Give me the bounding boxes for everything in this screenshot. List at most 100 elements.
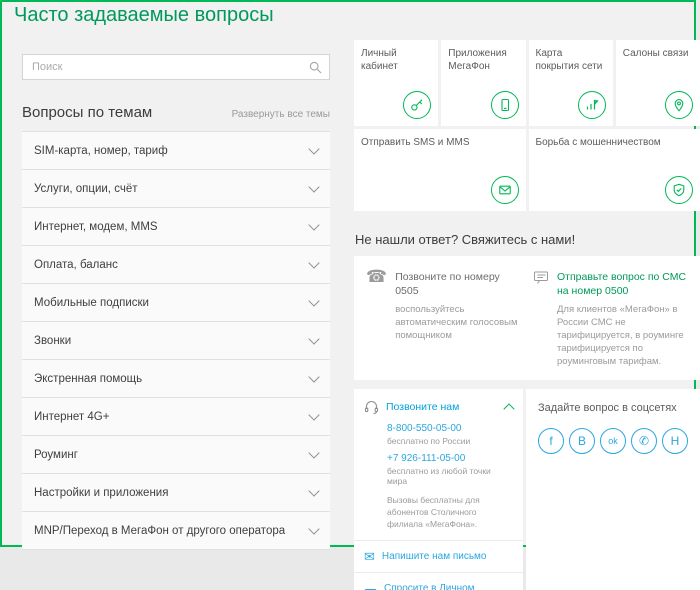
- topic-label: Мобильные подписки: [34, 297, 149, 309]
- topic-list: SIM-карта, номер, тариф Услуги, опции, с…: [22, 131, 330, 550]
- topic-row-roaming[interactable]: Роуминг: [22, 436, 330, 474]
- odnoklassniki-icon[interactable]: ok: [600, 428, 626, 454]
- contact-sms-text: Отправьте вопрос по СМС на номер 0500 Дл…: [557, 270, 690, 368]
- viber-icon[interactable]: ✆: [631, 428, 657, 454]
- tile-label: Отправить SMS и MMS: [361, 136, 519, 149]
- contact-call-0505: ☎ Позвоните по номеру 0505 воспользуйтес…: [366, 270, 523, 368]
- topics-heading: Вопросы по темам: [22, 104, 152, 121]
- contact-sms-description: Для клиентов «МегаФон» в России СМС не т…: [557, 304, 690, 368]
- ask-cabinet-label: Спросите в Личном кабинете: [384, 583, 513, 590]
- location-pin-icon: [665, 91, 693, 119]
- topics-column: Вопросы по темам Развернуть все темы SIM…: [22, 54, 330, 550]
- topic-row-settings-apps[interactable]: Настройки и приложения: [22, 474, 330, 512]
- facebook-icon[interactable]: f: [538, 428, 564, 454]
- search-icon[interactable]: [309, 61, 322, 74]
- call-us-toggle[interactable]: Позвоните нам: [354, 389, 523, 423]
- phone-link-moscow[interactable]: +7 926-111-05-00: [387, 453, 513, 464]
- topic-row-internet-modem[interactable]: Интернет, модем, MMS: [22, 208, 330, 246]
- chevron-down-icon: [308, 257, 319, 268]
- phone-note: бесплатно из любой точки мира: [387, 466, 513, 486]
- topic-row-emergency[interactable]: Экстренная помощь: [22, 360, 330, 398]
- tile-label: Борьба с мошенничеством: [536, 136, 694, 149]
- topic-row-services[interactable]: Услуги, опции, счёт: [22, 170, 330, 208]
- mobile-app-icon: [491, 91, 519, 119]
- page-title: Часто задаваемые вопросы: [14, 4, 274, 27]
- headset-icon: [364, 400, 379, 414]
- topic-row-subscriptions[interactable]: Мобильные подписки: [22, 284, 330, 322]
- topic-row-payment[interactable]: Оплата, баланс: [22, 246, 330, 284]
- contact-heading: Не нашли ответ? Свяжитесь с нами!: [355, 232, 700, 247]
- search-input[interactable]: [23, 55, 329, 79]
- write-letter-label: Напишите нам письмо: [382, 551, 487, 562]
- tile-label: Салоны связи: [623, 47, 693, 60]
- contact-call-description: воспользуйтесь автоматическим голосовым …: [395, 304, 523, 342]
- call-us-title: Позвоните нам: [386, 401, 459, 413]
- topic-row-sim-card[interactable]: SIM-карта, номер, тариф: [22, 132, 330, 170]
- topic-row-calls[interactable]: Звонки: [22, 322, 330, 360]
- expand-all-link[interactable]: Развернуть все темы: [232, 109, 330, 120]
- key-icon: [403, 91, 431, 119]
- call-us-box: Позвоните нам 8-800-550-05-00 бесплатно …: [354, 389, 523, 590]
- tiles-row-2: Отправить SMS и MMS Борьба с мошенничест…: [354, 129, 700, 211]
- tile-label: Личный кабинет: [361, 47, 431, 73]
- tile-send-sms-mms[interactable]: Отправить SMS и MMS: [354, 129, 526, 211]
- phone-link-8800[interactable]: 8-800-550-05-00: [387, 423, 513, 434]
- topic-label: Оплата, баланс: [34, 259, 118, 271]
- chevron-down-icon: [308, 219, 319, 230]
- topics-header: Вопросы по темам Развернуть все темы: [22, 104, 330, 121]
- phone-note: бесплатно по России: [387, 436, 513, 446]
- write-letter-link[interactable]: ✉ Напишите нам письмо: [354, 540, 523, 572]
- contact-sms-title: Отправьте вопрос по СМС на номер 0500: [557, 270, 690, 298]
- topic-label: Интернет 4G+: [34, 411, 109, 423]
- contact-panel: ☎ Позвоните по номеру 0505 воспользуйтес…: [354, 256, 700, 380]
- topic-label: Услуги, опции, счёт: [34, 183, 137, 195]
- call-us-note: Вызовы бесплатны для абонентов Столичног…: [387, 493, 513, 531]
- tile-megafon-apps[interactable]: Приложения МегаФон: [441, 40, 525, 126]
- topic-label: Роуминг: [34, 449, 78, 461]
- chevron-up-icon: [503, 404, 514, 415]
- social-row: f B ok ✆ H: [538, 428, 688, 454]
- contact-call-title: Позвоните по номеру 0505: [395, 270, 523, 298]
- topic-label: Звонки: [34, 335, 71, 347]
- coverage-chart-icon: [578, 91, 606, 119]
- contact-call-text: Позвоните по номеру 0505 воспользуйтесь …: [395, 270, 523, 343]
- quick-links-column: Личный кабинет Приложения МегаФон Карта …: [354, 40, 700, 590]
- faq-page: Часто задаваемые вопросы Вопросы по тема…: [0, 0, 696, 547]
- contact-sms-0500: Отправьте вопрос по СМС на номер 0500 Дл…: [533, 270, 690, 368]
- call-us-body: 8-800-550-05-00 бесплатно по России +7 9…: [354, 423, 523, 540]
- topic-label: Экстренная помощь: [34, 373, 142, 385]
- chevron-down-icon: [308, 523, 319, 534]
- sms-bubble-icon: [533, 270, 549, 285]
- social-box: Задайте вопрос в соцсетях f B ok ✆ H: [526, 389, 700, 590]
- social-title: Задайте вопрос в соцсетях: [538, 402, 688, 414]
- envelope-icon: [491, 176, 519, 204]
- phone-icon: ☎: [366, 268, 387, 285]
- tiles-row-1: Личный кабинет Приложения МегаФон Карта …: [354, 40, 700, 126]
- chevron-down-icon: [308, 447, 319, 458]
- chevron-down-icon: [308, 333, 319, 344]
- chevron-down-icon: [308, 485, 319, 496]
- chevron-down-icon: [308, 295, 319, 306]
- shield-icon: [665, 176, 693, 204]
- topic-row-mnp[interactable]: MNP/Переход в МегаФон от другого операто…: [22, 512, 330, 550]
- chevron-down-icon: [308, 371, 319, 382]
- topic-label: MNP/Переход в МегаФон от другого операто…: [34, 525, 285, 537]
- tile-personal-cabinet[interactable]: Личный кабинет: [354, 40, 438, 126]
- chevron-down-icon: [308, 143, 319, 154]
- chevron-down-icon: [308, 181, 319, 192]
- tile-anti-fraud[interactable]: Борьба с мошенничеством: [529, 129, 700, 211]
- topic-row-internet-4g[interactable]: Интернет 4G+: [22, 398, 330, 436]
- tile-label: Карта покрытия сети: [536, 47, 606, 73]
- chevron-down-icon: [308, 409, 319, 420]
- search-box: [22, 54, 330, 80]
- ask-cabinet-link[interactable]: Спросите в Личном кабинете: [354, 572, 523, 590]
- tile-label: Приложения МегаФон: [448, 47, 518, 73]
- topic-label: Интернет, модем, MMS: [34, 221, 158, 233]
- habr-icon[interactable]: H: [662, 428, 688, 454]
- contact-bottom-section: Позвоните нам 8-800-550-05-00 бесплатно …: [354, 389, 700, 590]
- topic-label: Настройки и приложения: [34, 487, 168, 499]
- topic-label: SIM-карта, номер, тариф: [34, 145, 168, 157]
- vk-icon[interactable]: B: [569, 428, 595, 454]
- tile-coverage-map[interactable]: Карта покрытия сети: [529, 40, 613, 126]
- tile-stores[interactable]: Салоны связи: [616, 40, 700, 126]
